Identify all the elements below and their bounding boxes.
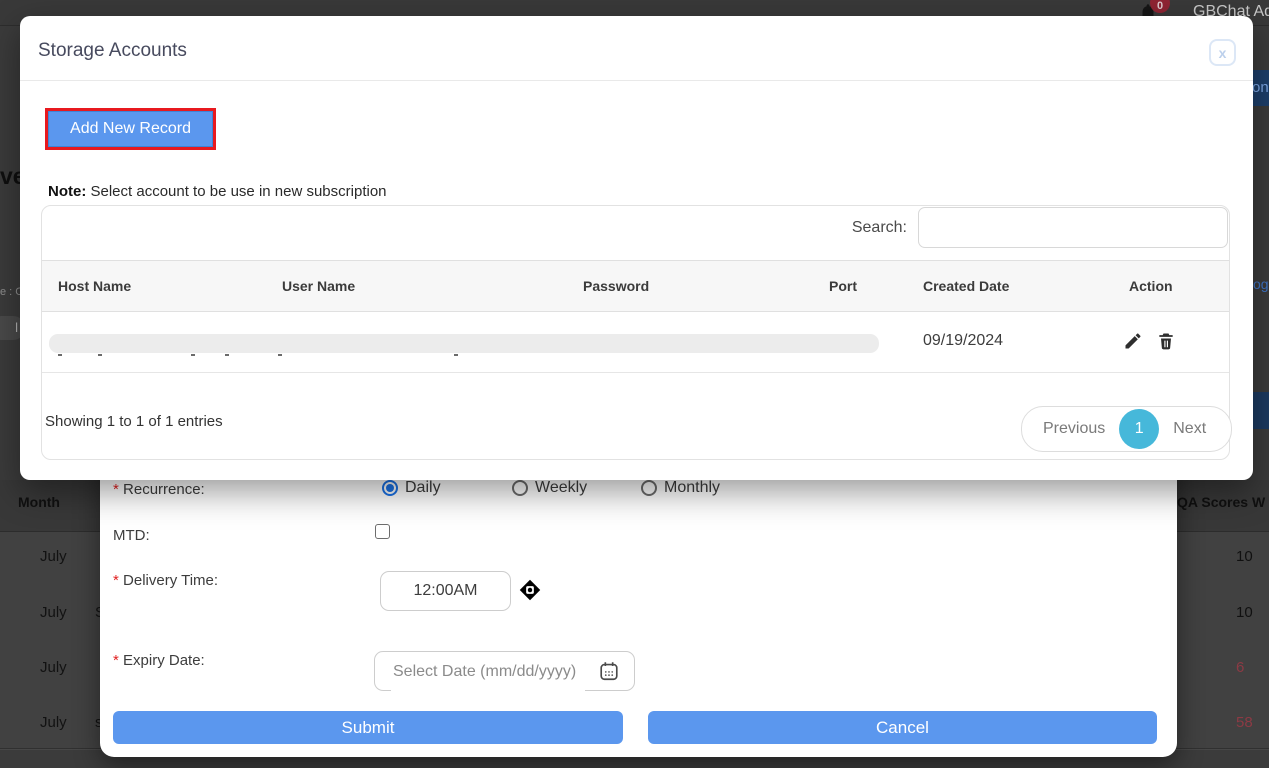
expiry-date-label: * Expiry Date: xyxy=(113,652,205,669)
pagination: Previous 1 Next xyxy=(1021,406,1232,452)
background-button-fragment: on xyxy=(1252,70,1269,106)
submit-button[interactable]: Submit xyxy=(113,711,623,744)
edit-pencil-icon[interactable] xyxy=(1123,331,1143,351)
radio-weekly[interactable]: Weekly xyxy=(512,479,587,497)
mtd-label: MTD: xyxy=(113,527,150,544)
modal-title: Storage Accounts xyxy=(38,40,187,62)
delivery-time-label: * Delivery Time: xyxy=(113,572,218,589)
table-entries-info: Showing 1 to 1 of 1 entries xyxy=(45,413,223,430)
radio-daily-circle[interactable] xyxy=(382,480,398,496)
redacted-account-data xyxy=(49,334,879,353)
column-header-action[interactable]: Action xyxy=(1129,278,1173,294)
radio-daily-label: Daily xyxy=(405,479,441,497)
created-date-cell: 09/19/2024 xyxy=(923,332,1003,350)
required-mark: * xyxy=(113,481,119,498)
redaction-artifact xyxy=(191,354,195,356)
modal-header-divider xyxy=(20,80,1253,81)
mtd-checkbox[interactable] xyxy=(375,524,390,539)
qa-cell: 6 xyxy=(1236,659,1269,676)
delivery-time-input[interactable] xyxy=(380,571,511,611)
month-cell: July xyxy=(40,659,67,676)
month-column-header: Month xyxy=(18,494,60,510)
column-header-port[interactable]: Port xyxy=(829,278,857,294)
pagination-page-1[interactable]: 1 xyxy=(1119,409,1159,449)
month-cell: July xyxy=(40,714,67,731)
storage-accounts-modal: Storage Accounts x Add New Record Note: … xyxy=(20,16,1253,480)
time-picker-target-icon[interactable] xyxy=(516,576,544,604)
radio-monthly-circle[interactable] xyxy=(641,480,657,496)
radio-weekly-circle[interactable] xyxy=(512,480,528,496)
table-row[interactable]: 09/19/2024 xyxy=(42,312,1229,373)
required-mark: * xyxy=(113,572,119,589)
qa-cell: 58 xyxy=(1236,714,1269,731)
qa-cell: 10 xyxy=(1236,604,1269,621)
annotation-highlight-box: Add New Record xyxy=(45,108,216,150)
add-new-record-button[interactable]: Add New Record xyxy=(48,111,213,147)
month-cell: July xyxy=(40,548,67,565)
redaction-artifact xyxy=(454,354,458,356)
radio-monthly-label: Monthly xyxy=(664,479,720,497)
expiry-date-field[interactable] xyxy=(374,651,635,691)
background-link-fragment: og xyxy=(1253,276,1269,292)
qa-scores-column-header: QA Scores W xyxy=(1177,494,1269,510)
search-label: Search: xyxy=(852,219,907,237)
expiry-date-input[interactable] xyxy=(391,652,585,692)
storage-accounts-table-card: Search: Host Name User Name Password Por… xyxy=(41,205,1230,460)
qa-cell: 10 xyxy=(1236,548,1269,565)
column-header-password[interactable]: Password xyxy=(583,278,649,294)
month-cell: July xyxy=(40,604,67,621)
cancel-button[interactable]: Cancel xyxy=(648,711,1157,744)
redaction-artifact xyxy=(225,354,229,356)
recurrence-label: * Recurrence: xyxy=(113,481,205,498)
column-header-user-name[interactable]: User Name xyxy=(282,278,355,294)
note-body: Select account to be use in new subscrip… xyxy=(86,183,386,200)
note-text: Note: Select account to be use in new su… xyxy=(48,183,387,200)
delivery-time-label-text: Delivery Time: xyxy=(123,572,218,589)
column-header-host-name[interactable]: Host Name xyxy=(58,278,131,294)
calendar-icon[interactable] xyxy=(598,660,620,682)
redaction-artifact xyxy=(278,354,282,356)
required-mark: * xyxy=(113,652,119,669)
radio-monthly[interactable]: Monthly xyxy=(641,479,720,497)
redaction-artifact xyxy=(98,354,102,356)
close-icon[interactable]: x xyxy=(1209,39,1236,66)
column-header-created-date[interactable]: Created Date xyxy=(923,278,1009,294)
delete-trash-icon[interactable] xyxy=(1156,331,1176,351)
redaction-artifact xyxy=(58,354,62,356)
pagination-next[interactable]: Next xyxy=(1173,420,1206,438)
radio-weekly-label: Weekly xyxy=(535,479,587,497)
radio-daily[interactable]: Daily xyxy=(382,479,441,497)
note-label: Note: xyxy=(48,183,86,200)
table-header-row: Host Name User Name Password Port Create… xyxy=(42,260,1229,312)
pagination-previous[interactable]: Previous xyxy=(1043,420,1105,438)
screen: 0 GBChat Ad ve e : C l on og Month QA Sc… xyxy=(0,0,1269,768)
recurrence-label-text: Recurrence: xyxy=(123,481,205,498)
expiry-date-label-text: Expiry Date: xyxy=(123,652,205,669)
search-input[interactable] xyxy=(918,207,1228,248)
